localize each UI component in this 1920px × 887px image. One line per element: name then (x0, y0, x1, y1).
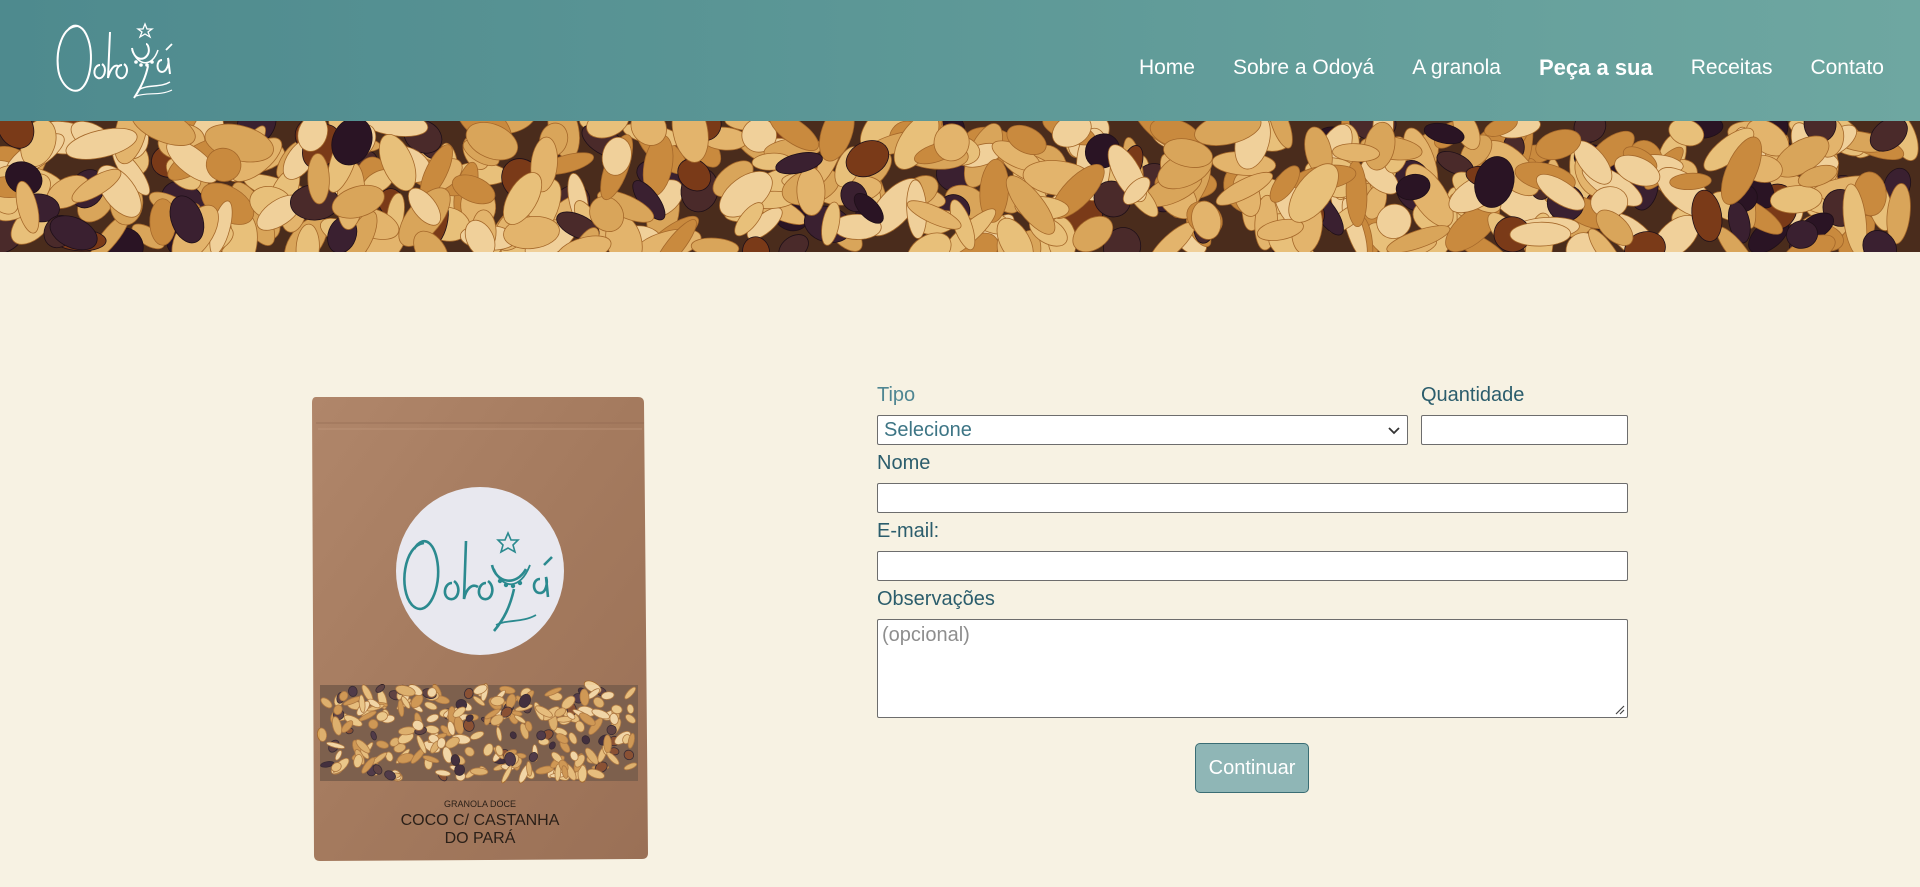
resize-handle-icon[interactable] (1614, 704, 1625, 715)
continuar-button[interactable]: Continuar (1195, 743, 1309, 793)
observacoes-label: Observações (877, 588, 995, 610)
main-nav: Home Sobre a Odoyá A granola Peça a sua … (1139, 55, 1884, 81)
nav-receitas[interactable]: Receitas (1691, 56, 1773, 80)
nome-label: Nome (877, 452, 931, 474)
quantidade-label: Quantidade (1421, 384, 1525, 406)
package-label-line1: GRANOLA DOCE (444, 799, 516, 809)
granola-package-image: GRANOLA DOCE COCO C/ CASTANHA DO PARÁ (312, 397, 648, 861)
observacoes-textarea[interactable]: (opcional) (877, 619, 1628, 718)
email-label: E-mail: (877, 520, 940, 542)
nav-sobre[interactable]: Sobre a Odoyá (1233, 56, 1374, 80)
nav-peca-a-sua[interactable]: Peça a sua (1539, 55, 1653, 81)
site-header: Home Sobre a Odoyá A granola Peça a sua … (0, 0, 1920, 121)
nav-home[interactable]: Home (1139, 56, 1195, 80)
quantidade-input[interactable] (1421, 415, 1628, 445)
granola-banner-image (0, 121, 1920, 252)
package-label-line2: COCO C/ CASTANHA (401, 812, 560, 829)
package-label-line3: DO PARÁ (445, 828, 516, 847)
tipo-label: Tipo (877, 384, 916, 406)
tipo-select-value: Selecione (884, 418, 972, 441)
nav-contato[interactable]: Contato (1810, 56, 1884, 80)
odoya-logo[interactable] (52, 10, 187, 102)
tipo-select[interactable]: Selecione (877, 415, 1408, 445)
observacoes-placeholder: (opcional) (882, 624, 970, 646)
email-input[interactable] (877, 551, 1628, 581)
nav-granola[interactable]: A granola (1412, 56, 1501, 80)
chevron-down-icon (1388, 427, 1400, 435)
nome-input[interactable] (877, 483, 1628, 513)
